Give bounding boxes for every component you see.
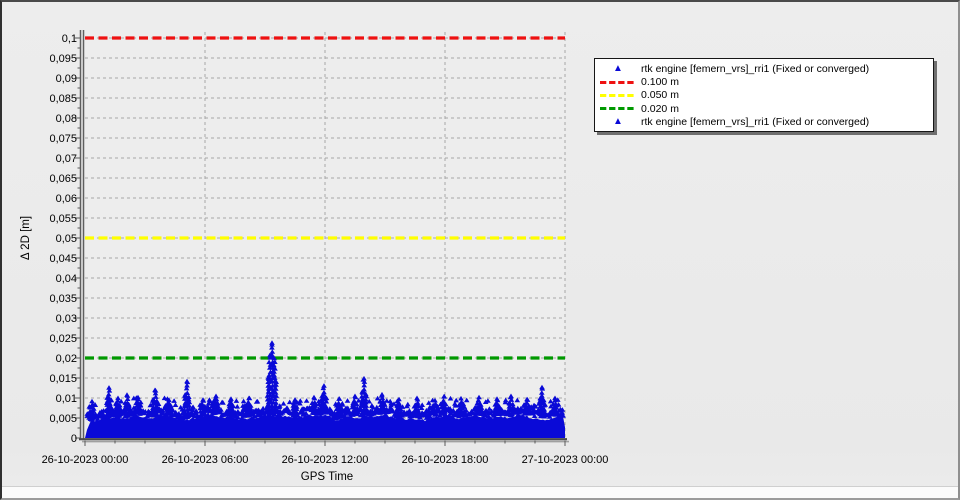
y-axis-title: Δ 2D [m] bbox=[20, 216, 32, 260]
y-tick-label: 0,005 bbox=[49, 413, 77, 425]
y-tick-label: 0,06 bbox=[56, 193, 77, 205]
legend-item-label: 0.100 m bbox=[641, 76, 679, 89]
x-tick-label: 26-10-2023 06:00 bbox=[162, 454, 249, 466]
legend-item[interactable]: 0.050 m bbox=[595, 89, 933, 102]
x-tick-label: 26-10-2023 00:00 bbox=[42, 454, 129, 466]
y-tick-label: 0,065 bbox=[49, 173, 77, 185]
x-tick-label: 26-10-2023 12:00 bbox=[282, 454, 369, 466]
dashed-line-marker-icon bbox=[595, 80, 641, 85]
x-tick-label: 26-10-2023 18:00 bbox=[402, 454, 489, 466]
y-tick-label: 0,09 bbox=[56, 73, 77, 85]
legend-item[interactable]: ▲ rtk engine [femern_vrs]_rri1 (Fixed or … bbox=[595, 116, 933, 129]
dashed-line-marker-icon bbox=[595, 106, 641, 111]
y-tick-label: 0,03 bbox=[56, 313, 77, 325]
legend-item[interactable]: ▲ rtk engine [femern_vrs]_rri1 (Fixed or … bbox=[595, 62, 933, 75]
triangle-marker-icon: ▲ bbox=[613, 62, 623, 74]
triangle-marker-icon: ▲ bbox=[595, 117, 641, 127]
y-tick-label: 0,045 bbox=[49, 253, 77, 265]
y-tick-label: 0 bbox=[71, 433, 77, 445]
legend-item-label: rtk engine [femern_vrs]_rri1 (Fixed or c… bbox=[641, 116, 870, 129]
y-tick-label: 0,05 bbox=[56, 233, 77, 245]
window-bottom-bevel bbox=[2, 486, 958, 498]
x-axis-title: GPS Time bbox=[301, 471, 353, 483]
legend-item-label: 0.050 m bbox=[641, 89, 679, 102]
y-tick-label: 0,075 bbox=[49, 133, 77, 145]
y-tick-label: 0,015 bbox=[49, 373, 77, 385]
y-tick-label: 0,1 bbox=[62, 33, 77, 45]
y-tick-label: 0,07 bbox=[56, 153, 77, 165]
y-tick-label: 0,055 bbox=[49, 213, 77, 225]
triangle-marker-icon: ▲ bbox=[613, 116, 623, 128]
y-tick-label: 0,04 bbox=[56, 273, 77, 285]
legend-item[interactable]: 0.100 m bbox=[595, 75, 933, 88]
dashed-line-marker-icon bbox=[595, 93, 641, 98]
y-tick-label: 0,08 bbox=[56, 113, 77, 125]
x-tick-label: 27-10-2023 00:00 bbox=[522, 454, 609, 466]
legend-box[interactable]: ▲ rtk engine [femern_vrs]_rri1 (Fixed or … bbox=[594, 58, 934, 132]
y-tick-label: 0,02 bbox=[56, 353, 77, 365]
y-tick-label: 0,095 bbox=[49, 53, 77, 65]
legend-item-label: 0.020 m bbox=[641, 102, 679, 115]
y-tick-label: 0,085 bbox=[49, 93, 77, 105]
legend-item[interactable]: 0.020 m bbox=[595, 102, 933, 115]
y-tick-label: 0,01 bbox=[56, 393, 77, 405]
y-tick-label: 0,035 bbox=[49, 293, 77, 305]
triangle-marker-icon: ▲ bbox=[595, 62, 641, 74]
legend-item-label: rtk engine [femern_vrs]_rri1 (Fixed or c… bbox=[641, 62, 870, 75]
y-tick-label: 0,025 bbox=[49, 333, 77, 345]
chart-window: 0,1 0,095 0,09 0,085 0,08 0,075 0,07 0,065 0,06 0… bbox=[0, 0, 960, 500]
